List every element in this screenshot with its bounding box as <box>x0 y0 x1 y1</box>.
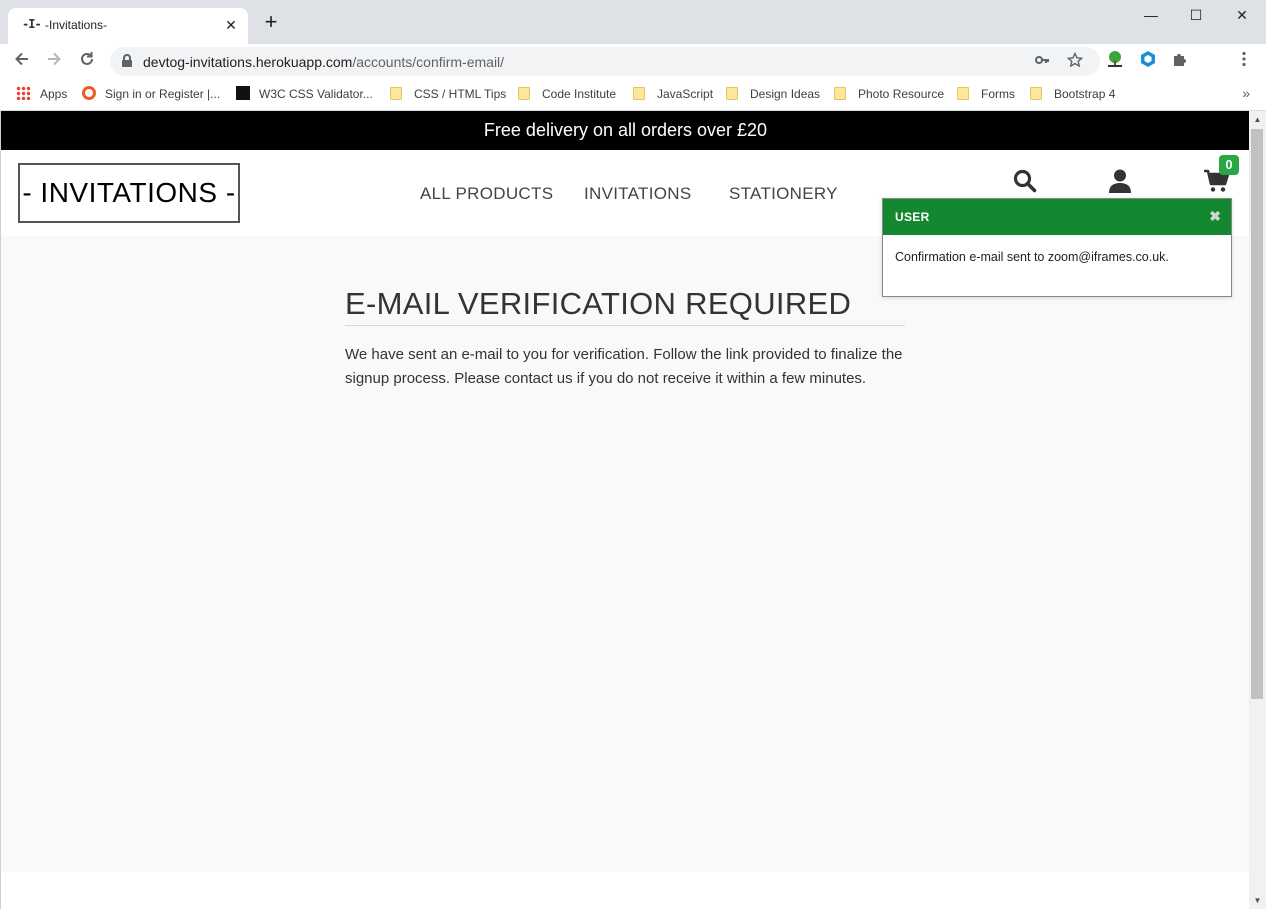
tab-title: -Invitations- <box>45 18 108 32</box>
folder-icon <box>518 87 530 100</box>
promo-banner: Free delivery on all orders over £20 <box>1 111 1249 150</box>
new-tab-button[interactable]: + <box>260 11 282 34</box>
folder-icon <box>726 87 738 100</box>
bookmark-css-html-tips[interactable]: CSS / HTML Tips <box>390 86 506 102</box>
key-icon[interactable] <box>1032 52 1052 72</box>
extensions-puzzle-icon[interactable] <box>1170 50 1190 70</box>
w3c-icon <box>236 86 250 100</box>
scroll-up-arrow-icon[interactable]: ▲ <box>1249 111 1266 128</box>
maximize-button[interactable]: ☐ <box>1181 4 1211 26</box>
bookmark-w3c[interactable]: W3C CSS Validator... <box>236 86 373 102</box>
forward-arrow-icon[interactable] <box>43 50 65 72</box>
tab-strip: -I- -Invitations- ✕ + — ☐ ✕ <box>0 0 1266 44</box>
reload-icon[interactable] <box>76 50 98 72</box>
bookmarks-bar: Apps Sign in or Register |... W3C CSS Va… <box>0 78 1266 111</box>
nav-all-products[interactable]: ALL PRODUCTS <box>420 184 553 204</box>
folder-icon <box>1030 87 1042 100</box>
folder-icon <box>834 87 846 100</box>
account-icon[interactable] <box>1107 168 1133 194</box>
bookmark-forms[interactable]: Forms <box>957 86 1015 102</box>
bookmark-code-institute[interactable]: Code Institute <box>518 86 616 102</box>
verification-message: We have sent an e-mail to you for verifi… <box>345 346 903 387</box>
toast-header: USER ✖ <box>883 199 1231 235</box>
ring-icon <box>82 86 96 100</box>
site-logo[interactable]: - INVITATIONS - <box>18 163 240 223</box>
nav-stationery[interactable]: STATIONERY <box>729 184 838 204</box>
browser-toolbar: devtog-invitations.herokuapp.com/account… <box>0 44 1266 78</box>
search-icon[interactable] <box>1012 168 1038 194</box>
nav-invitations[interactable]: INVITATIONS <box>584 184 692 204</box>
browser-menu-icon[interactable] <box>1234 50 1254 70</box>
title-divider <box>345 325 905 326</box>
bookmark-javascript[interactable]: JavaScript <box>633 86 713 102</box>
user-toast: USER ✖ Confirmation e-mail sent to zoom@… <box>882 198 1232 297</box>
tab-close-icon[interactable]: ✕ <box>222 16 240 34</box>
address-bar[interactable]: devtog-invitations.herokuapp.com/account… <box>110 47 1100 76</box>
toast-title: USER <box>895 210 930 224</box>
bookmark-apps[interactable]: Apps <box>16 86 67 102</box>
extension-hex-icon[interactable] <box>1138 50 1158 70</box>
page-scrollbar[interactable]: ▲ ▼ <box>1249 111 1266 909</box>
scroll-down-arrow-icon[interactable]: ▼ <box>1249 892 1266 909</box>
star-icon[interactable] <box>1065 51 1085 72</box>
folder-icon <box>633 87 645 100</box>
bookmark-photo-resource[interactable]: Photo Resource <box>834 86 944 102</box>
folder-icon <box>390 87 402 100</box>
bookmark-design-ideas[interactable]: Design Ideas <box>726 86 820 102</box>
toast-close-icon[interactable]: ✖ <box>1209 208 1221 225</box>
back-arrow-icon[interactable] <box>11 50 33 72</box>
scrollbar-thumb[interactable] <box>1251 129 1263 699</box>
window-close-button[interactable]: ✕ <box>1227 4 1257 26</box>
lock-icon <box>122 54 132 67</box>
apps-grid-icon <box>16 86 30 100</box>
url-text: devtog-invitations.herokuapp.com/account… <box>143 54 505 70</box>
folder-icon <box>957 87 969 100</box>
extension-tree-icon[interactable] <box>1105 50 1125 70</box>
bookmarks-overflow-icon[interactable]: » <box>1242 85 1250 101</box>
page-title: E-MAIL VERIFICATION REQUIRED <box>345 286 852 321</box>
cart-count-badge: 0 <box>1219 155 1239 175</box>
minimize-button[interactable]: — <box>1136 4 1166 26</box>
toast-message: Confirmation e-mail sent to zoom@iframes… <box>895 250 1169 264</box>
site-favicon-icon: -I- <box>22 17 42 31</box>
main-content: E-MAIL VERIFICATION REQUIRED We have sen… <box>1 236 1249 872</box>
bookmark-sign-in[interactable]: Sign in or Register |... <box>82 86 220 102</box>
bookmark-bootstrap-4[interactable]: Bootstrap 4 <box>1030 86 1115 102</box>
browser-tab[interactable]: -I- -Invitations- ✕ <box>8 8 248 44</box>
